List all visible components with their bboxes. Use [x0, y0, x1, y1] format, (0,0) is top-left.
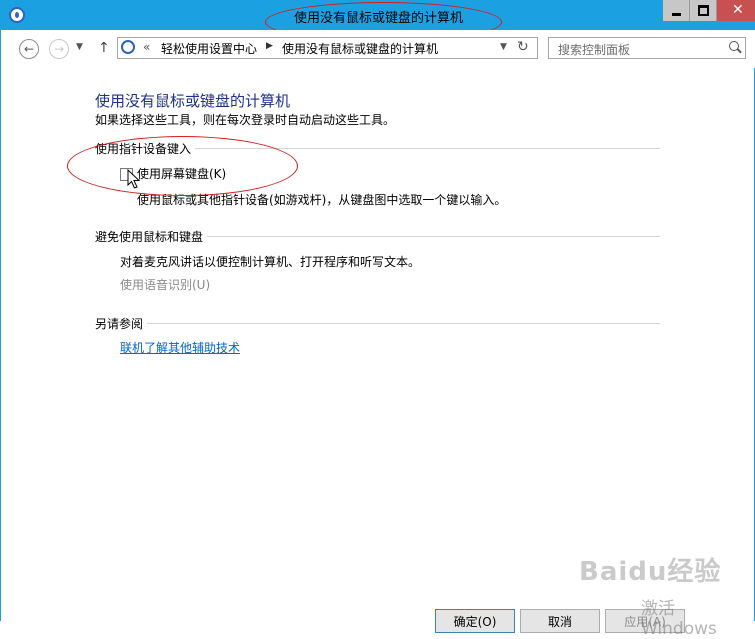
section-divider [147, 323, 660, 324]
on-screen-keyboard-label[interactable]: 使用屏幕键盘(K) [137, 165, 226, 182]
speech-recognition-description: 对着麦克风讲话以便控制计算机、打开程序和听写文本。 [120, 255, 421, 269]
search-input[interactable]: 搜索控制面板 [548, 37, 746, 59]
section-divider [195, 148, 660, 149]
address-bar[interactable]: « 轻松使用设置中心 ▶ 使用没有鼠标或键盘的计算机 ▼ ↻ [117, 37, 538, 59]
control-panel-window: 使用没有鼠标或键盘的计算机 ✕ ← → ▼ ↑ « 轻松使用设置中心 ▶ 使用没… [0, 0, 755, 639]
maximize-icon [698, 5, 709, 16]
mouse-cursor-icon [127, 169, 141, 189]
close-button[interactable]: ✕ [717, 0, 755, 21]
navigation-bar: ← → ▼ ↑ « 轻松使用设置中心 ▶ 使用没有鼠标或键盘的计算机 ▼ ↻ 搜… [2, 30, 755, 68]
title-bar[interactable]: 使用没有鼠标或键盘的计算机 ✕ [1, 0, 755, 30]
back-arrow-icon: ← [23, 42, 35, 56]
section-header-avoid-mouse-keyboard: 避免使用鼠标和键盘 [95, 228, 660, 244]
forward-arrow-icon: → [53, 42, 65, 56]
section-title: 使用指针设备键入 [95, 142, 192, 156]
window-title: 使用没有鼠标或键盘的计算机 [293, 11, 463, 26]
close-icon: ✕ [732, 2, 744, 18]
speech-recognition-link[interactable]: 使用语音识别(U) [120, 276, 210, 293]
minimize-icon [672, 13, 681, 16]
section-divider [207, 236, 660, 237]
maximize-button[interactable] [690, 0, 717, 21]
address-overflow-chevron[interactable]: « [143, 40, 150, 54]
search-icon[interactable] [729, 41, 739, 51]
breadcrumb-current-page[interactable]: 使用没有鼠标或键盘的计算机 [282, 40, 438, 57]
section-title: 另请参阅 [95, 317, 144, 331]
baidu-watermark: Baidu经验 [579, 557, 722, 587]
page-title: 使用没有鼠标或键盘的计算机 [95, 92, 291, 110]
minimize-button[interactable] [663, 0, 690, 21]
address-dropdown-button[interactable]: ▼ [500, 42, 507, 52]
breadcrumb-separator-icon[interactable]: ▶ [266, 41, 273, 51]
forward-button[interactable]: → [49, 39, 69, 59]
section-header-pointer-typing: 使用指针设备键入 [95, 140, 660, 156]
section-header-see-also: 另请参阅 [95, 315, 660, 331]
breadcrumb-ease-of-access-center[interactable]: 轻松使用设置中心 [161, 40, 257, 57]
refresh-button[interactable]: ↻ [517, 39, 529, 55]
up-button[interactable]: ↑ [98, 40, 110, 56]
search-placeholder: 搜索控制面板 [558, 43, 631, 57]
assistive-technology-link[interactable]: 联机了解其他辅助技术 [120, 339, 240, 356]
section-title: 避免使用鼠标和键盘 [95, 230, 204, 244]
main-content: 使用没有鼠标或键盘的计算机 如果选择这些工具，则在每次登录时自动启动这些工具。 … [1, 68, 755, 621]
recent-locations-button[interactable]: ▼ [76, 42, 83, 52]
ok-button[interactable]: 确定(O) [435, 609, 515, 633]
page-subtitle: 如果选择这些工具，则在每次登录时自动启动这些工具。 [95, 113, 396, 127]
back-button[interactable]: ← [19, 39, 39, 59]
activate-windows-watermark: 激活 Windows [641, 599, 717, 639]
ease-of-access-icon [121, 40, 135, 54]
on-screen-keyboard-description: 使用鼠标或其他指针设备(如游戏杆)，从键盘图中选取一个键以输入。 [137, 193, 507, 207]
cancel-button[interactable]: 取消 [520, 609, 600, 633]
